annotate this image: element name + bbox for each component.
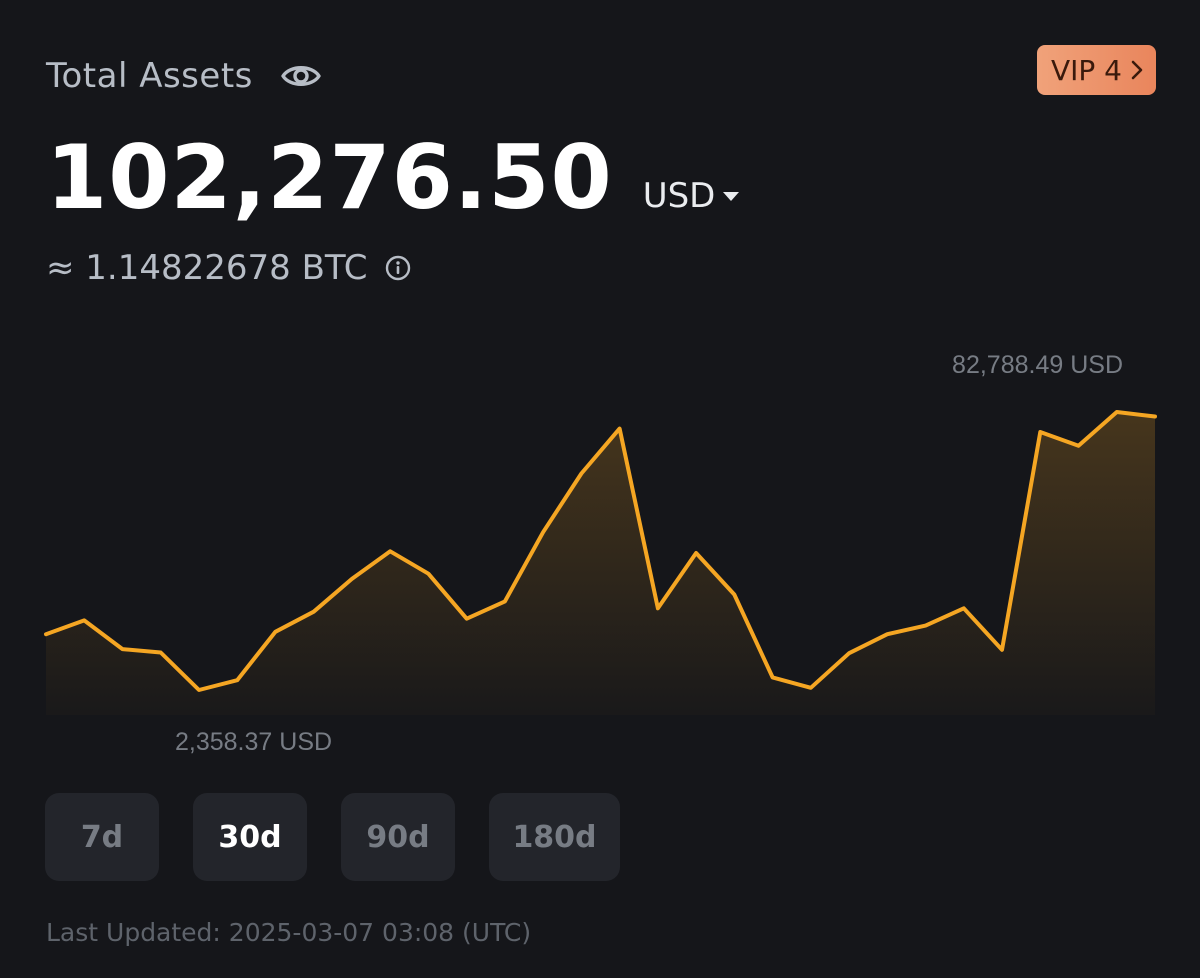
asset-chart: 82,788.49 USD 2,358.37 USD <box>0 340 1200 760</box>
info-icon[interactable] <box>385 255 411 281</box>
vip-badge[interactable]: VIP 4 <box>1036 45 1156 95</box>
tab-90d[interactable]: 90d <box>341 793 455 881</box>
chart-min-label: 2,358.37 USD <box>175 728 332 756</box>
vip-label: VIP 4 <box>1050 53 1122 87</box>
balance-row: 102,276.50 USD <box>46 126 740 229</box>
total-balance-value: 102,276.50 <box>46 126 613 229</box>
range-tabs: 7d 30d 90d 180d <box>45 793 654 881</box>
asset-chart-svg: 82,788.49 USD 2,358.37 USD <box>44 351 1157 756</box>
tab-label: 90d <box>366 819 430 855</box>
chart-area-fill <box>46 412 1155 715</box>
tab-30d[interactable]: 30d <box>193 793 307 881</box>
caret-down-icon <box>723 191 740 201</box>
eye-icon[interactable] <box>281 56 321 96</box>
assets-header: Total Assets <box>46 52 321 100</box>
tab-180d[interactable]: 180d <box>489 793 620 881</box>
last-updated-text: Last Updated: 2025-03-07 03:08 (UTC) <box>46 918 532 947</box>
tab-label: 30d <box>218 819 282 855</box>
tab-label: 180d <box>512 819 597 855</box>
currency-label: USD <box>642 176 716 216</box>
currency-selector[interactable]: USD <box>643 176 740 216</box>
btc-equivalent: ≈ 1.14822678 BTC <box>46 248 368 288</box>
tab-7d[interactable]: 7d <box>45 793 159 881</box>
btc-equivalent-row: ≈ 1.14822678 BTC <box>46 248 411 288</box>
tab-label: 7d <box>80 819 124 855</box>
chevron-right-icon <box>1130 59 1144 81</box>
total-assets-label: Total Assets <box>46 56 253 96</box>
chart-max-label: 82,788.49 USD <box>952 351 1123 379</box>
